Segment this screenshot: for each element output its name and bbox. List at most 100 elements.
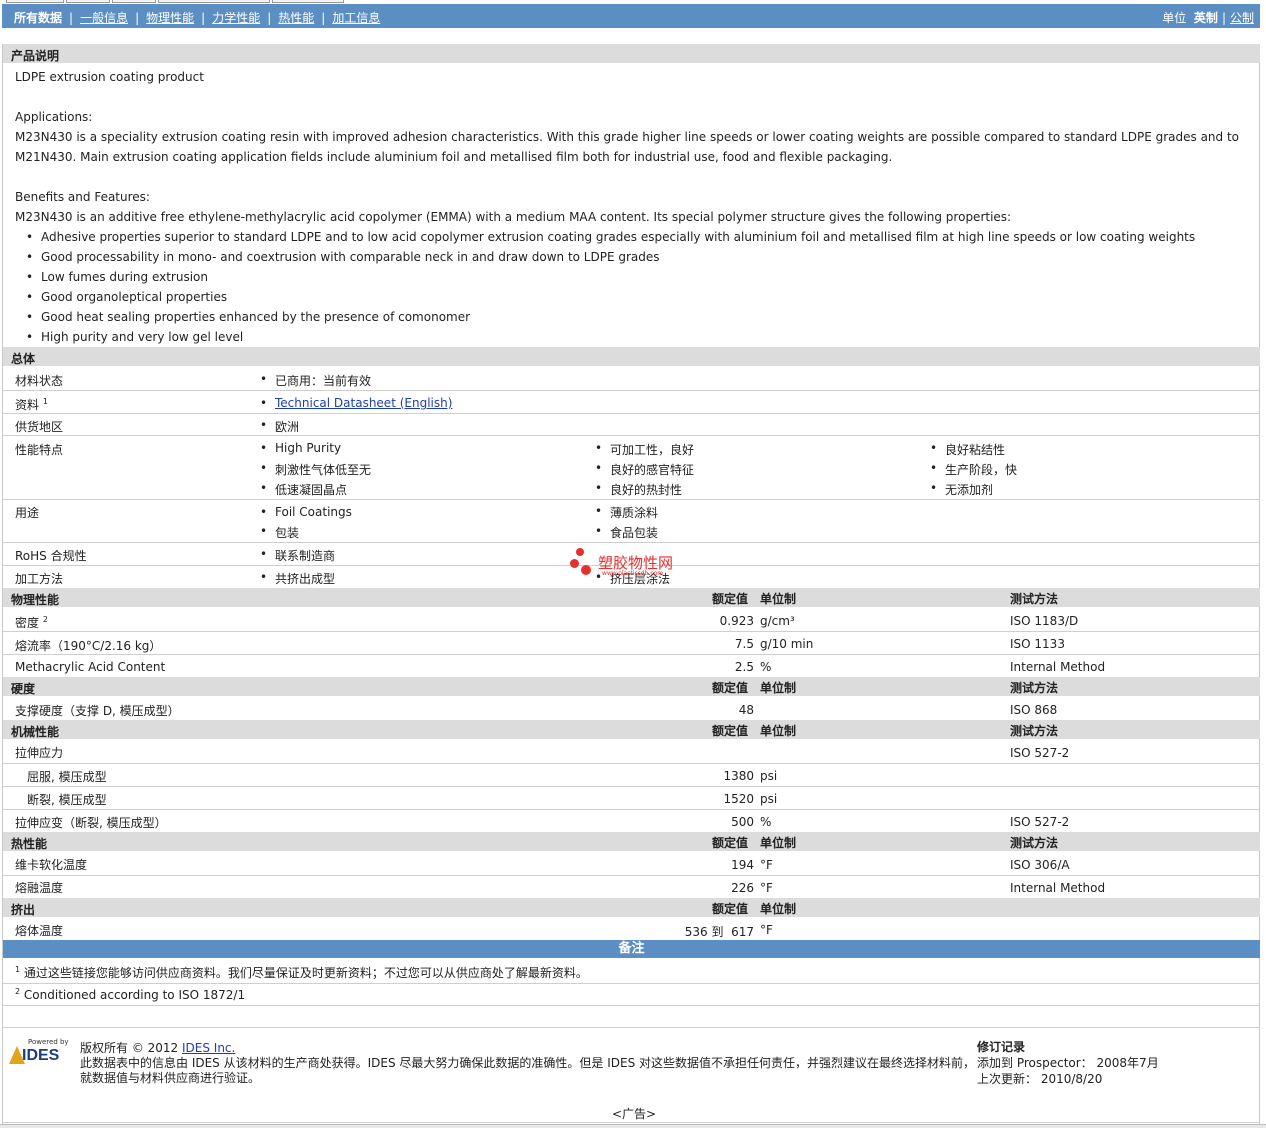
feature-item: High Purity <box>260 441 341 455</box>
vicat-method: ISO 306/A <box>1010 858 1070 872</box>
tensile-strain-label: 拉伸应变（断裂, 模压成型） <box>15 816 167 830</box>
process-label: 加工方法 <box>15 572 64 586</box>
horizontal-scrollbar[interactable] <box>0 1124 1266 1128</box>
region-value: 欧洲 <box>260 418 299 435</box>
process-item: 共挤出成型 <box>260 570 335 587</box>
tensile-strain-unit: % <box>760 815 772 829</box>
ides-inc-link[interactable]: IDES Inc. <box>182 1041 235 1055</box>
description-line: LDPE extrusion coating product <box>15 70 204 84</box>
density-unit: g/cm³ <box>760 614 795 628</box>
section-description-header: 产品说明 <box>3 44 1260 63</box>
feature-item: 良好粘结性 <box>930 441 1005 458</box>
note-item: 2 Conditioned according to ISO 1872/1 <box>15 987 246 1002</box>
docs-cell: Technical Datasheet (English) <box>260 396 452 410</box>
melt-temperature-value: 536 到 617 <box>684 925 754 939</box>
feature-item: 低速凝固晶点 <box>260 481 347 498</box>
maa-unit: % <box>760 660 772 674</box>
docs-label: 资料 1 <box>15 397 48 412</box>
section-physical-header: 物理性能 额定值 单位制 测试方法 <box>3 588 1260 607</box>
feature-item: 可加工性，良好 <box>595 441 694 458</box>
yield-unit: psi <box>760 769 778 783</box>
material-status-label: 材料状态 <box>15 374 64 388</box>
maa-value: 2.5 <box>734 660 754 674</box>
feature-item: 刺激性气体低至无 <box>260 461 371 478</box>
yield-value: 1380 <box>723 769 754 783</box>
benefit-bullet: High purity and very low gel level <box>26 330 243 344</box>
vicat-unit: °F <box>760 858 773 872</box>
melt-temperature-label: 熔体温度 <box>15 924 64 938</box>
tab-physical[interactable]: 物理性能 <box>146 11 194 25</box>
use-item: 薄质涂料 <box>595 504 658 521</box>
mfr-value: 7.5 <box>734 637 754 651</box>
benefit-bullet: Low fumes during extrusion <box>26 270 208 284</box>
melt-temp-unit: °F <box>760 881 773 895</box>
melt-temp-label: 熔融温度 <box>15 881 64 895</box>
tab-mechanical[interactable]: 力学性能 <box>212 11 260 25</box>
ad-placeholder: <广告> <box>612 1107 657 1121</box>
feature-item: 无添加剂 <box>930 481 993 498</box>
shore-hardness-value: 48 <box>738 703 754 717</box>
top-nav-bar: 所有数据 | 一般信息 | 物理性能 | 力学性能 | 热性能 | 加工信息 单位 英制 | 公制 <box>2 4 1260 28</box>
region-label: 供货地区 <box>15 420 64 434</box>
technical-datasheet-link[interactable]: Technical Datasheet (English) <box>275 396 452 410</box>
density-method: ISO 1183/D <box>1010 614 1079 628</box>
benefit-bullet: Adhesive properties superior to standard… <box>26 230 1195 244</box>
benefits-text: M23N430 is an additive free ethylene-met… <box>15 210 1012 224</box>
tensile-strain-method: ISO 527-2 <box>1010 815 1070 829</box>
material-status-value: 已商用：当前有效 <box>260 372 371 389</box>
tab-processing[interactable]: 加工信息 <box>332 11 380 25</box>
feature-item: 良好的热封性 <box>595 481 682 498</box>
rohs-label: RoHS 合规性 <box>15 549 87 563</box>
revision-added: 添加到 Prospector： 2008年7月 <box>977 1056 1159 1070</box>
applications-title: Applications: <box>15 110 93 124</box>
mfr-method: ISO 1133 <box>1010 637 1065 651</box>
features-label: 性能特点 <box>15 443 64 457</box>
watermark-logo: 塑胶物性网 www.plasticsdb.com <box>570 548 710 582</box>
vicat-label: 维卡软化温度 <box>15 858 88 872</box>
feature-item: 良好的感官特征 <box>595 461 694 478</box>
rohs-value: 联系制造商 <box>260 547 335 564</box>
benefit-bullet: Good organoleptical properties <box>26 290 227 304</box>
applications-text: M23N430 is a speciality extrusion coatin… <box>15 130 1240 164</box>
shore-hardness-method: ISO 868 <box>1010 703 1058 717</box>
tab-all-data[interactable]: 所有数据 <box>14 11 62 25</box>
section-mechanical-header: 机械性能 额定值 单位制 测试方法 <box>3 720 1260 739</box>
density-label: 密度 2 <box>15 615 48 630</box>
notes-header: 备注 <box>3 940 1260 958</box>
revision-title: 修订记录 <box>977 1040 1026 1054</box>
use-item: Foil Coatings <box>260 505 352 519</box>
use-item: 包装 <box>260 524 299 541</box>
tensile-stress-label: 拉伸应力 <box>15 746 64 760</box>
benefit-bullet: Good processability in mono- and coextru… <box>26 250 660 264</box>
benefits-title: Benefits and Features: <box>15 190 150 204</box>
melt-temperature-unit: °F <box>760 923 773 937</box>
uses-label: 用途 <box>15 506 40 520</box>
unit-english[interactable]: 英制 <box>1194 11 1218 25</box>
revision-updated: 上次更新： 2010/8/20 <box>977 1072 1103 1086</box>
benefit-bullet: Good heat sealing properties enhanced by… <box>26 310 470 324</box>
tab-general-info[interactable]: 一般信息 <box>80 11 128 25</box>
tab-thermal[interactable]: 热性能 <box>278 11 314 25</box>
break-label: 断裂, 模压成型 <box>27 793 107 807</box>
tensile-stress-method: ISO 527-2 <box>1010 746 1070 760</box>
density-value: 0.923 <box>719 614 754 628</box>
section-extrusion-header: 挤出 额定值 单位制 <box>3 898 1260 917</box>
vicat-value: 194 <box>731 858 754 872</box>
ides-logo: Powered by IDES <box>8 1038 72 1070</box>
mfr-label: 熔流率（190°C/2.16 kg） <box>15 639 162 653</box>
section-thermal-header: 热性能 额定值 单位制 测试方法 <box>3 832 1260 851</box>
section-general-header: 总体 <box>3 347 1260 366</box>
break-value: 1520 <box>723 792 754 806</box>
maa-label: Methacrylic Acid Content <box>15 660 166 674</box>
melt-temp-method: Internal Method <box>1010 881 1106 895</box>
mfr-unit: g/10 min <box>760 637 814 651</box>
note-item: 1 通过这些链接您能够访问供应商资料。我们尽量保证及时更新资料；不过您可以从供应… <box>15 965 588 980</box>
use-item: 食品包装 <box>595 524 658 541</box>
unit-label: 单位 <box>1162 11 1187 25</box>
tensile-strain-value: 500 <box>731 815 754 829</box>
disclaimer-line2: 就数据值与材料供应商进行验证。 <box>80 1071 261 1085</box>
yield-label: 屈服, 模压成型 <box>27 770 107 784</box>
break-unit: psi <box>760 792 778 806</box>
unit-metric-link[interactable]: 公制 <box>1230 11 1254 25</box>
shore-hardness-label: 支撑硬度（支撑 D, 模压成型） <box>15 704 180 718</box>
